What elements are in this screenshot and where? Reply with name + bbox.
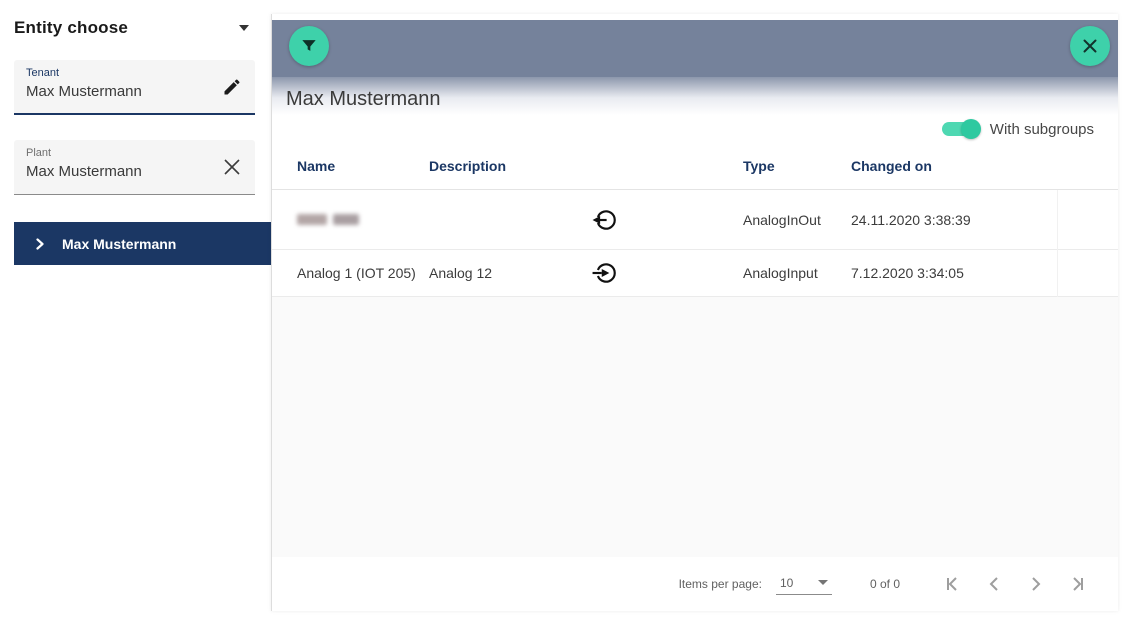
- items-per-page-label: Items per page:: [679, 577, 762, 591]
- first-page-icon: [942, 574, 962, 594]
- with-subgroups-label: With subgroups: [990, 121, 1094, 138]
- paginator: Items per page: 10 0 of 0: [272, 557, 1118, 611]
- tenant-field[interactable]: Tenant Max Mustermann: [14, 60, 255, 115]
- table-row[interactable]: Analog 1 (IOT 205) Analog 12 AnalogInput…: [272, 250, 1118, 297]
- arrow-into-circle-icon: [577, 260, 633, 286]
- chevron-right-icon: [1026, 574, 1046, 594]
- edit-tenant-button[interactable]: [219, 74, 245, 100]
- chevron-right-icon[interactable]: [34, 238, 46, 250]
- type-cell: AnalogInOut: [743, 212, 851, 228]
- entity-sidebar: Entity choose Tenant Max Mustermann Plan…: [0, 0, 271, 629]
- previous-page-button[interactable]: [984, 574, 1004, 594]
- entity-choose-header[interactable]: Entity choose: [14, 18, 255, 38]
- table-row[interactable]: AnalogInOut 24.11.2020 3:38:39: [272, 190, 1118, 250]
- next-page-button[interactable]: [1026, 574, 1046, 594]
- last-page-button[interactable]: [1068, 574, 1088, 594]
- column-header-type[interactable]: Type: [743, 158, 851, 174]
- changed-on-cell: 7.12.2020 3:34:05: [851, 265, 1118, 281]
- plant-value: Max Mustermann: [26, 163, 215, 180]
- first-page-button[interactable]: [942, 574, 962, 594]
- tenant-label: Tenant: [26, 67, 215, 79]
- pencil-icon: [222, 77, 242, 97]
- select-caret-icon: [818, 580, 828, 585]
- column-divider-line: [1057, 190, 1058, 297]
- arrow-out-of-circle-icon: [577, 207, 633, 233]
- panel-title: Max Mustermann: [286, 88, 441, 111]
- panel-toolbar: [272, 20, 1118, 77]
- chevron-left-icon: [984, 574, 1004, 594]
- page-range-label: 0 of 0: [870, 577, 900, 591]
- type-cell: AnalogInput: [743, 265, 851, 281]
- close-x-icon: [1081, 37, 1099, 55]
- with-subgroups-toggle[interactable]: [942, 122, 978, 136]
- subgroups-toggle-row: With subgroups: [272, 115, 1118, 143]
- table-header-row: Name Description Type Changed on: [272, 143, 1118, 190]
- changed-on-cell: 24.11.2020 3:38:39: [851, 212, 1118, 228]
- close-panel-button[interactable]: [1070, 26, 1110, 66]
- items-per-page-select[interactable]: 10: [776, 574, 832, 595]
- clear-plant-button[interactable]: [219, 154, 245, 180]
- name-cell: Analog 1 (IOT 205): [297, 265, 429, 281]
- description-cell: Analog 12: [429, 265, 577, 281]
- pager-controls: [942, 574, 1088, 594]
- items-per-page-value: 10: [780, 576, 793, 590]
- entity-tree-item[interactable]: Max Mustermann: [14, 222, 271, 265]
- collapse-caret-icon[interactable]: [239, 25, 249, 31]
- entity-detail-panel: Max Mustermann With subgroups Name Descr…: [271, 14, 1118, 611]
- toggle-thumb[interactable]: [961, 119, 981, 139]
- entity-tree-item-label: Max Mustermann: [62, 236, 176, 252]
- empty-table-area: [272, 297, 1118, 557]
- last-page-icon: [1068, 574, 1088, 594]
- column-header-description[interactable]: Description: [429, 158, 577, 174]
- tenant-value: Max Mustermann: [26, 83, 215, 100]
- filter-funnel-icon: [299, 36, 319, 56]
- plant-label: Plant: [26, 147, 215, 159]
- redacted-name-cell: [297, 214, 429, 225]
- panel-title-strip: Max Mustermann: [272, 77, 1118, 115]
- plant-field[interactable]: Plant Max Mustermann: [14, 140, 255, 195]
- filter-button[interactable]: [289, 26, 329, 66]
- entity-choose-title: Entity choose: [14, 18, 128, 38]
- column-header-name[interactable]: Name: [297, 158, 429, 174]
- clear-x-icon: [223, 158, 241, 176]
- column-header-changed-on[interactable]: Changed on: [851, 158, 1118, 174]
